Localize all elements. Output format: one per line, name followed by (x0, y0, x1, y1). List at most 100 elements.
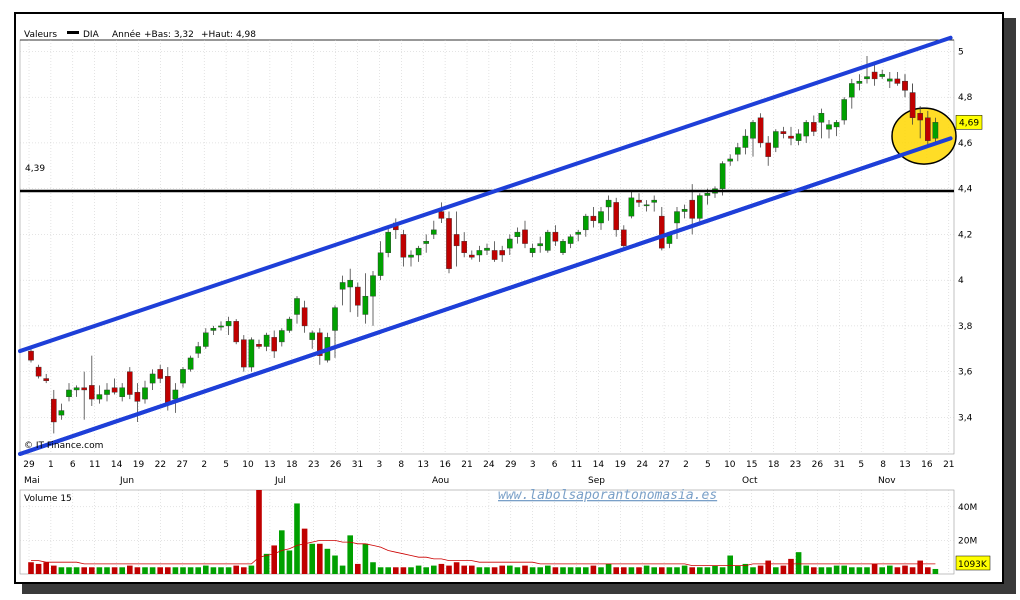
volume-bar (795, 552, 802, 574)
volume-bar (689, 567, 695, 574)
volume-bar (324, 548, 331, 574)
x-axis: 29 1 6 11 14 19 22 27 2 5 10 13 18 23 26 31 3 8 13 16 21 24 29… (23, 460, 954, 486)
candle-body (431, 229, 437, 235)
x-tick-label: 16 (439, 460, 451, 470)
volume-grid (19, 489, 955, 575)
x-tick-label: 23 (308, 460, 319, 470)
x-tick-label: 18 (768, 460, 780, 470)
x-tick-label: 31 (834, 460, 845, 470)
candle-body (605, 199, 612, 208)
volume-bar (613, 567, 619, 574)
volume-bar (765, 560, 771, 574)
volume-bar (134, 567, 141, 574)
volume-plot-area (19, 489, 955, 575)
x-tick-label: 13 (264, 460, 275, 470)
candle-body (818, 112, 825, 123)
x-tick-label: 2 (201, 460, 207, 470)
volume-bar (317, 543, 323, 574)
candle-body (529, 247, 536, 253)
x-tick-label: 11 (89, 460, 100, 470)
volume-bar (681, 565, 688, 574)
candle-body (43, 378, 49, 382)
candle-body (811, 122, 817, 132)
volume-bar (659, 567, 665, 574)
candle-body (51, 398, 57, 423)
x-tick-label: 19 (615, 460, 627, 470)
candle-body (362, 295, 369, 315)
volume-bar (560, 567, 566, 574)
legend-prefix: Valeurs (24, 30, 57, 40)
price-y-tick-label: 5 (958, 47, 964, 57)
candle-body (400, 234, 407, 258)
volume-bar (149, 567, 156, 574)
price-tag-label: 4,69 (959, 118, 979, 128)
x-tick-label: 5 (858, 460, 864, 470)
volume-bar (545, 565, 551, 574)
last-price-tag: 4,69 (955, 115, 983, 130)
candle-body (187, 357, 194, 370)
candle-body (575, 231, 581, 235)
volume-y-tick-label: 40M (958, 503, 977, 513)
x-tick-label: 3 (377, 460, 383, 470)
volume-bar (491, 567, 498, 574)
candle-body (788, 135, 794, 139)
candle-body (871, 71, 878, 80)
candle-body (172, 389, 179, 400)
candle-body (590, 215, 597, 221)
candle-body (613, 202, 619, 231)
price-y-tick-label: 3,8 (958, 322, 973, 332)
candle-body (674, 211, 680, 224)
candle-body (628, 197, 635, 217)
volume-bar (195, 567, 201, 574)
x-tick-label: 6 (552, 460, 558, 470)
volume-bar (476, 567, 483, 574)
candle-body (73, 387, 80, 391)
volume-bar (803, 565, 809, 574)
volume-bar (385, 567, 391, 574)
candle-body (659, 215, 665, 249)
candle-body (126, 371, 133, 395)
candle-body (35, 366, 42, 377)
candle-body (218, 325, 224, 328)
volume-bar (674, 567, 680, 574)
x-tick-label: 8 (398, 460, 404, 470)
candle-body (765, 142, 771, 157)
volume-y-tick-label: 20M (958, 536, 977, 546)
volume-bar (96, 567, 103, 574)
x-tick-label: 21 (461, 460, 472, 470)
volume-bar (567, 567, 574, 574)
price-y-axis: 3,4 3,6 3,8 4 4,2 4,4 4,6 4,8 5 (958, 47, 973, 423)
x-month-label: Aou (432, 476, 449, 486)
volume-bar (590, 565, 597, 574)
volume-bar (446, 565, 452, 574)
volume-bar (393, 567, 399, 574)
x-tick-label: 27 (658, 460, 669, 470)
candle-body (96, 394, 103, 400)
volume-bar (514, 567, 521, 574)
price-y-tick-label: 4 (958, 276, 964, 286)
candle-body (803, 122, 809, 137)
volume-bar (73, 567, 80, 574)
volume-bar (225, 567, 232, 574)
volume-bar (598, 567, 604, 574)
candle-body (514, 231, 521, 237)
volume-bar (461, 565, 467, 574)
x-month-label: Nov (878, 476, 896, 486)
volume-bar (605, 563, 612, 574)
x-tick-label: 3 (530, 460, 536, 470)
candle-body (780, 131, 787, 134)
volume-bar (127, 565, 133, 574)
candle-body (301, 307, 308, 327)
volume-bar (818, 567, 825, 574)
watermark-link[interactable]: www.labolsaporantonomasia.es (498, 488, 717, 503)
candle-body (438, 211, 445, 219)
candle-body (408, 254, 414, 258)
candle-body (484, 247, 490, 251)
candle-body (142, 387, 148, 400)
price-y-tick-label: 4,4 (958, 185, 973, 195)
volume-bar (871, 563, 878, 574)
volume-bar (894, 567, 901, 574)
volume-bar (28, 562, 34, 574)
volume-bar (415, 565, 422, 574)
volume-bar (925, 567, 931, 574)
